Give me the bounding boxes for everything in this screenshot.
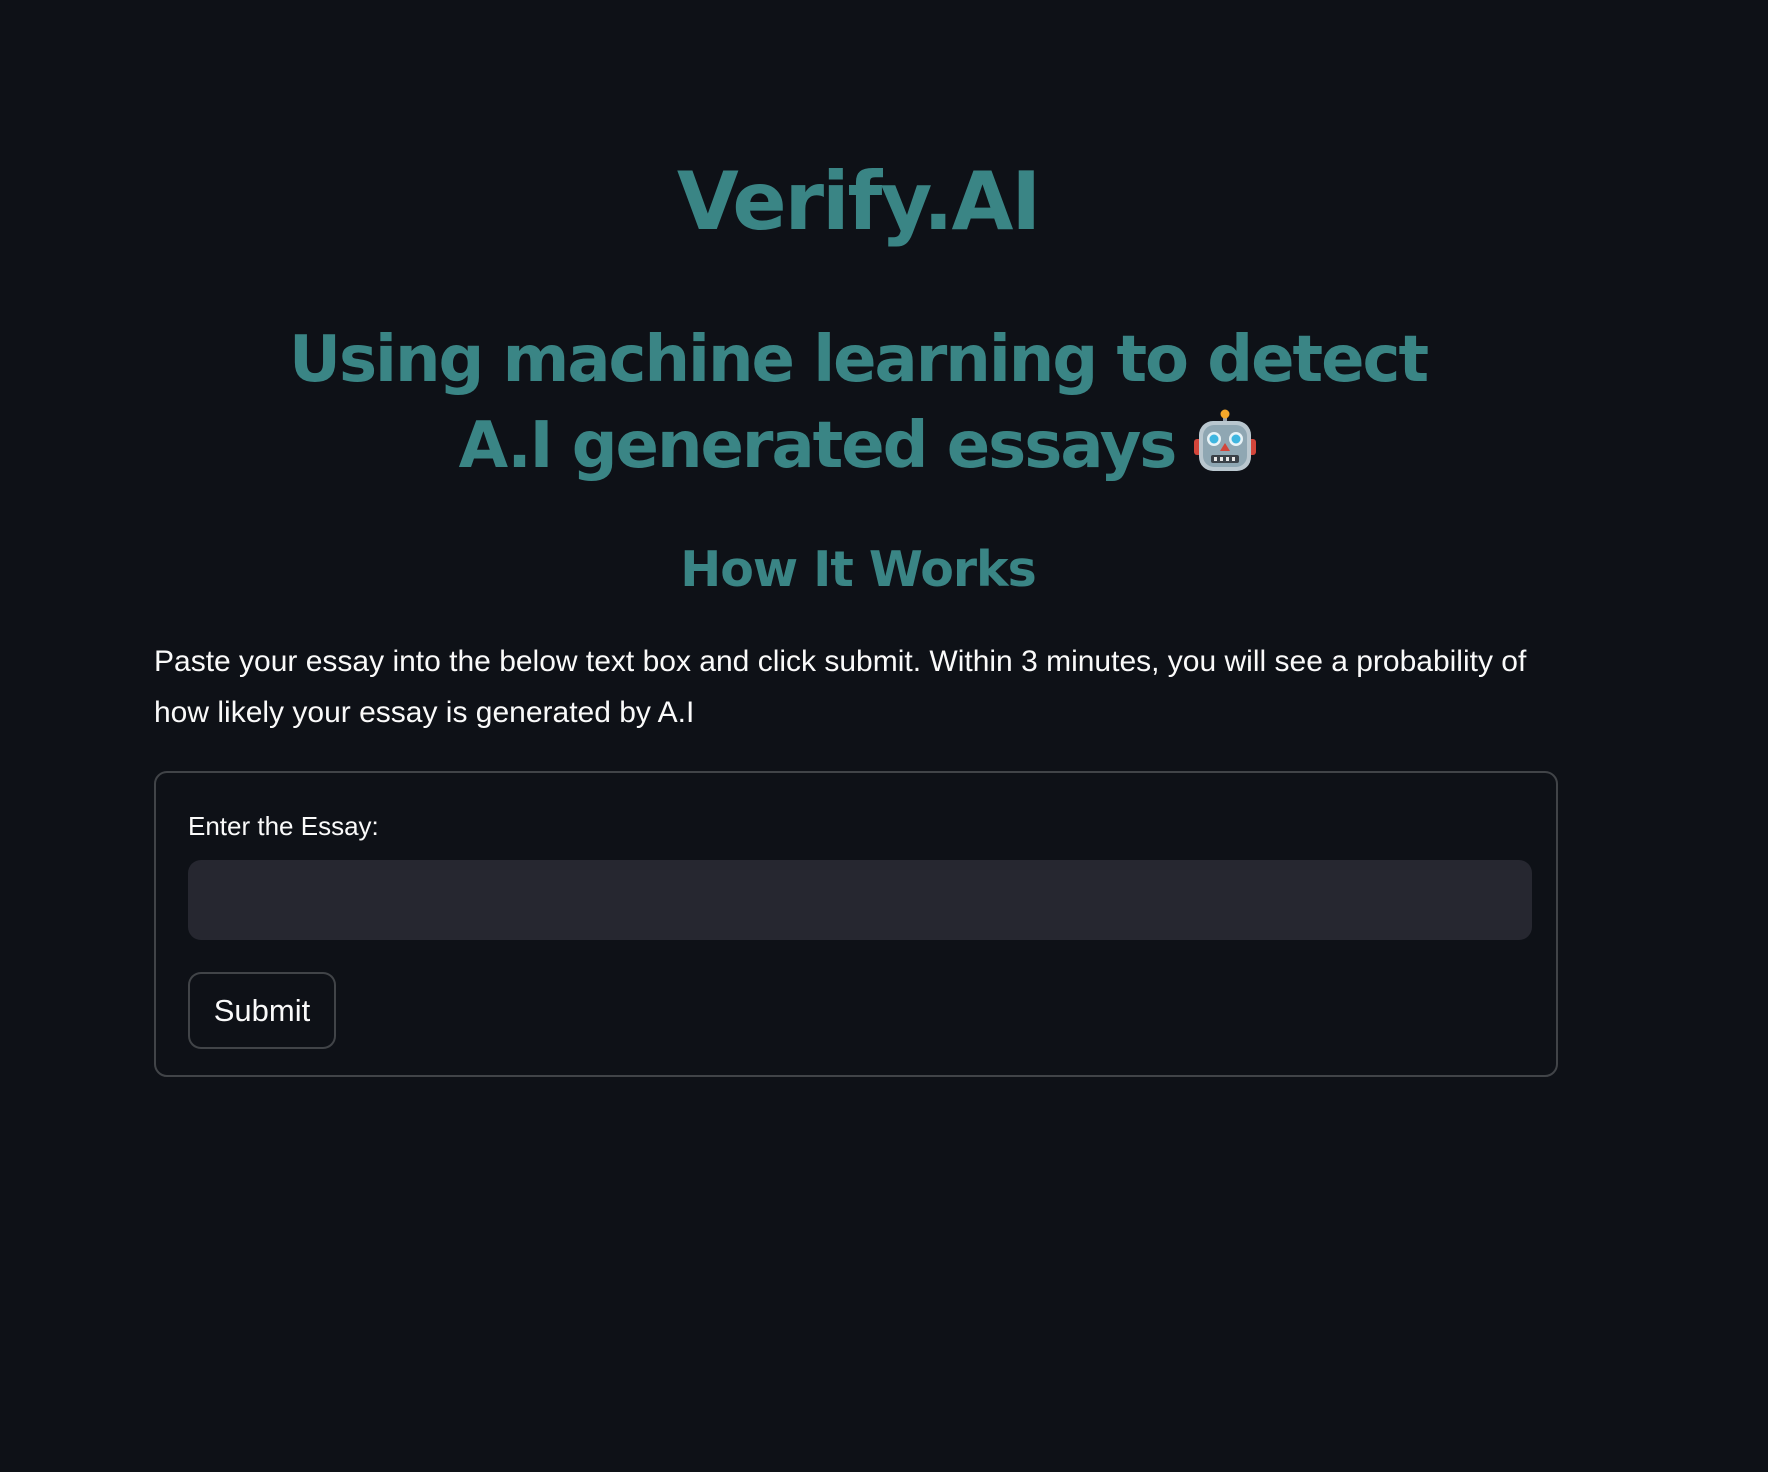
essay-form: Enter the Essay: Submit (154, 771, 1558, 1077)
submit-button[interactable]: Submit (188, 972, 336, 1049)
how-it-works-heading: How It Works (680, 541, 1037, 598)
how-it-works-description: Paste your essay into the below text box… (154, 645, 1527, 729)
app-subtitle: Using machine learning to detect A.I gen… (264, 317, 1452, 489)
app-title: Verify.AI (676, 155, 1041, 248)
robot-face-icon (1194, 409, 1257, 471)
essay-input-label: Enter the Essay: (188, 811, 379, 841)
essay-input[interactable] (188, 860, 1532, 940)
